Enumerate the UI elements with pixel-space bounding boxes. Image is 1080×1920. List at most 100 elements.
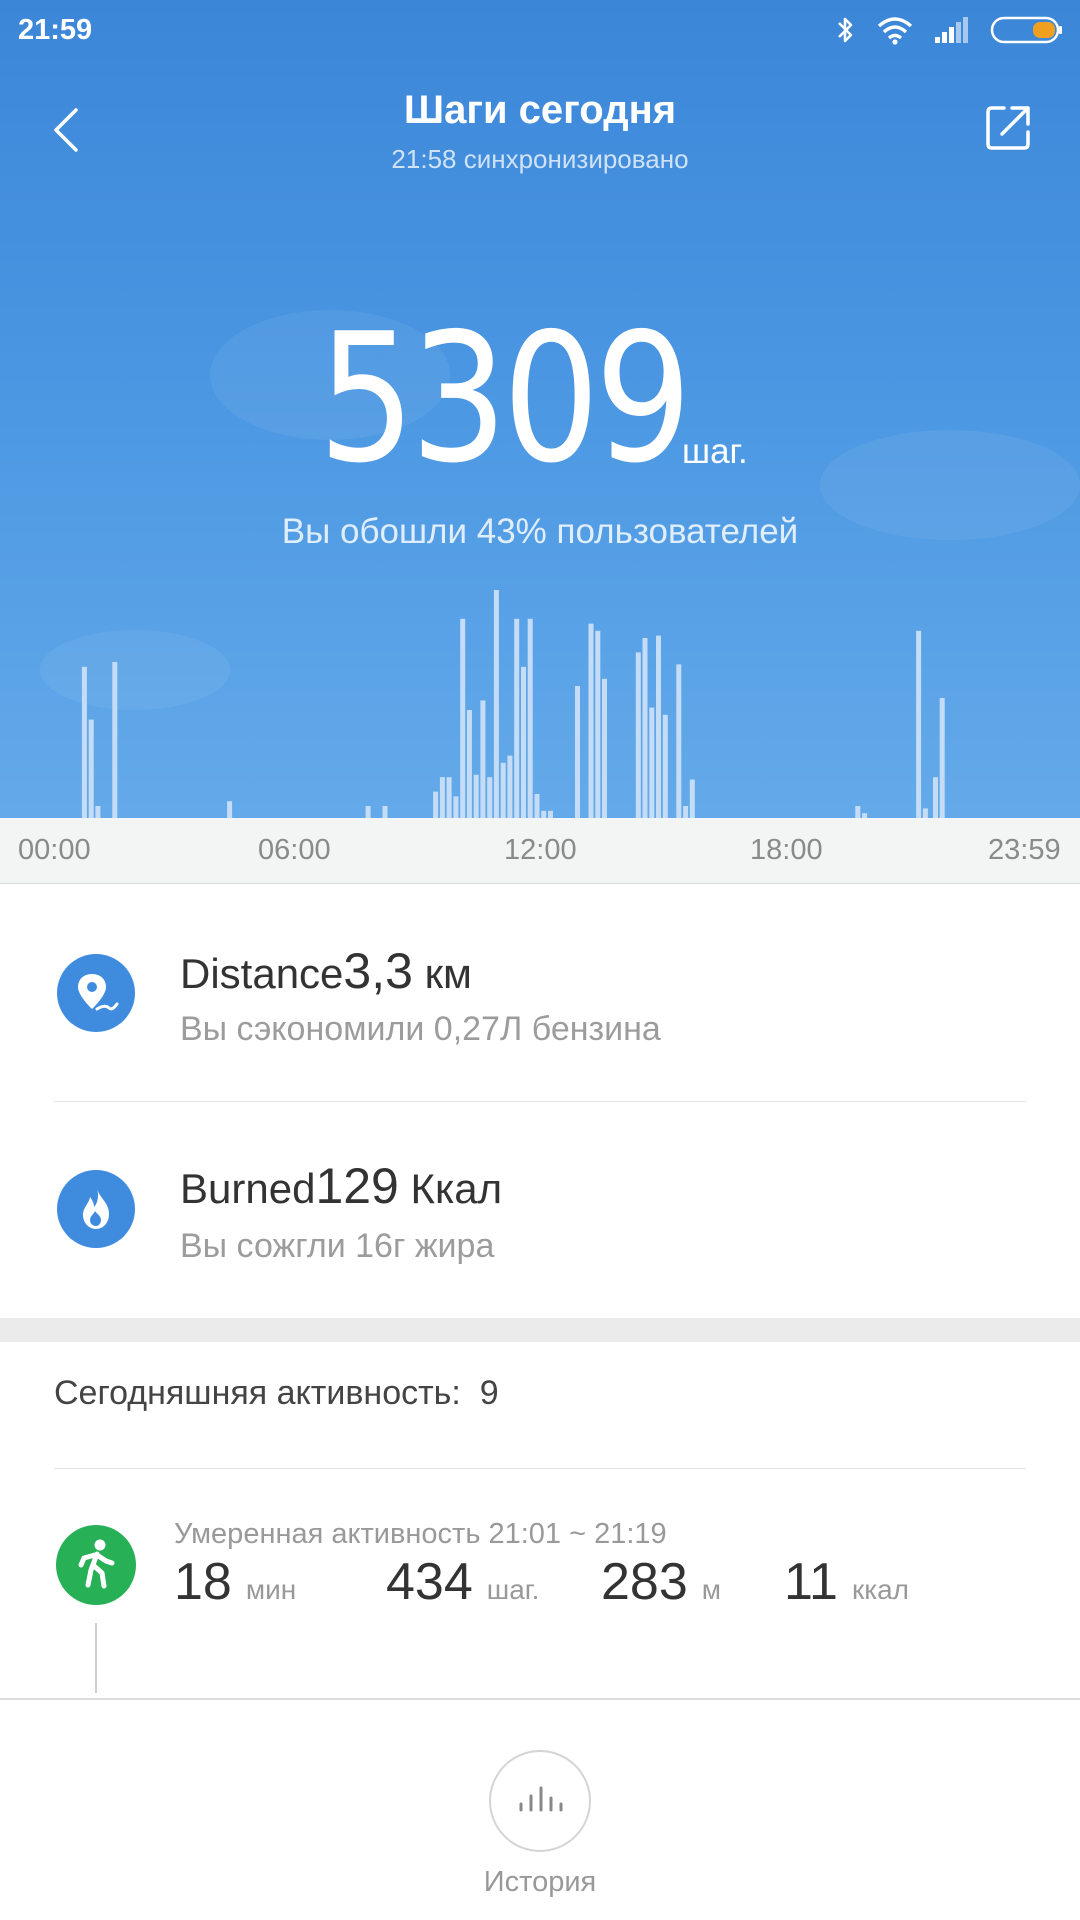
activity-steps-unit: шаг. (486, 1574, 540, 1605)
histogram-bar (227, 801, 233, 818)
duration-unit: мин (245, 1574, 297, 1605)
activity-steps: 434 шаг. (386, 1552, 539, 1612)
distance-stat[interactable]: Distance3,3 км Вы сэкономили 0,27Л бензи… (0, 884, 1080, 1084)
status-time: 21:59 (18, 14, 93, 46)
histogram-bar (493, 590, 499, 818)
steps-rank-text: Вы обошли 43% пользователей (281, 512, 799, 551)
histogram-bar (602, 678, 607, 818)
histogram-bar (466, 710, 472, 818)
histogram-bar (95, 806, 101, 818)
histogram-bar (683, 806, 689, 818)
axis-tick-label: 00:00 (18, 834, 91, 866)
bar-chart-icon (519, 1786, 563, 1812)
axis-tick-label: 12:00 (504, 834, 577, 866)
distance-value: 3,3 (343, 943, 413, 999)
steps-count: 5309 (318, 295, 692, 502)
activity-item[interactable]: Умеренная активность 21:01 ~ 21:19 18 ми… (0, 1468, 1080, 1698)
histogram-bar (676, 664, 682, 818)
steps-histogram (81, 590, 945, 818)
histogram-bar (656, 635, 661, 818)
share-button[interactable] (982, 102, 1034, 154)
activity-calories: 11 ккал (784, 1552, 909, 1612)
calories-unit: Ккал (410, 1165, 503, 1212)
status-bar: 21:59 (0, 0, 1080, 60)
histogram-bar (575, 686, 580, 818)
activity-calories-value: 11 (784, 1553, 838, 1611)
histogram-bar (595, 630, 601, 818)
histogram-bar (922, 808, 928, 818)
histogram-bar (933, 777, 938, 818)
histogram-bar (521, 666, 526, 818)
flame-icon (57, 1170, 135, 1248)
histogram-bar (527, 618, 533, 818)
histogram-bar (534, 794, 540, 818)
histogram-bar (382, 806, 388, 818)
activity-section-title: Сегодняшняя активность: 9 (54, 1374, 499, 1413)
histogram-bar (548, 810, 553, 818)
page-title: Шаги сегодня (403, 88, 677, 132)
histogram-bar (642, 638, 648, 818)
histogram-bar (649, 707, 655, 818)
location-pin-icon (57, 954, 135, 1032)
histogram-bar (460, 618, 466, 818)
distance-main: Distance3,3 км (180, 942, 472, 1000)
duration-value: 18 (174, 1553, 232, 1611)
histogram-bar (507, 755, 513, 818)
status-icons (834, 14, 1064, 46)
activity-title: Сегодняшняя активность: (54, 1374, 461, 1412)
section-separator (0, 1318, 1080, 1342)
distance-note: Вы сэкономили 0,27Л бензина (180, 1010, 661, 1048)
histogram-bar (916, 630, 922, 818)
axis-tick-label: 06:00 (258, 834, 331, 866)
time-axis: 00:00 06:00 12:00 18:00 23:59 (0, 818, 1080, 884)
timeline-connector (95, 1623, 97, 1693)
axis-tick-label: 18:00 (750, 834, 823, 866)
activity-count: 9 (479, 1374, 499, 1412)
histogram-bar (365, 806, 371, 818)
steps-unit: шаг. (682, 432, 748, 471)
calories-note: Вы сожгли 16г жира (180, 1227, 495, 1265)
histogram-bar (500, 762, 506, 818)
histogram-bar (541, 810, 547, 818)
axis-tick-label: 23:59 (988, 834, 1061, 866)
bluetooth-icon (838, 17, 853, 43)
histogram-bar (480, 700, 486, 818)
histogram-bar (689, 779, 695, 818)
histogram-bar (439, 777, 445, 818)
activity-distance: 283 м (601, 1552, 721, 1612)
wifi-icon (877, 17, 913, 45)
histogram-bar (473, 774, 479, 818)
activity-calories-unit: ккал (851, 1574, 910, 1605)
walking-person-icon (56, 1525, 136, 1605)
activity-duration: 18 мин (174, 1552, 296, 1612)
activity-distance-value: 283 (601, 1553, 688, 1611)
histogram-bar (453, 796, 459, 818)
signal-icon (935, 17, 968, 43)
distance-label: Distance (180, 950, 344, 997)
histogram-bar (487, 777, 493, 818)
histogram-bar (514, 618, 520, 818)
history-button[interactable] (489, 1750, 591, 1852)
bottom-bar: История (0, 1698, 1080, 1920)
histogram-bar (588, 623, 594, 818)
histogram-bar (81, 666, 87, 818)
histogram-bar (446, 777, 452, 818)
battery-icon (990, 16, 1062, 44)
histogram-bar (88, 719, 94, 818)
histogram-bar (635, 652, 641, 818)
share-icon (986, 106, 1030, 150)
sync-status: 21:58 синхронизировано (391, 144, 689, 174)
steps-hero: 21:59 Шаги сегодня 21:58 синхронизирован… (0, 0, 1080, 818)
distance-unit: км (424, 950, 472, 997)
calories-main: Burned129 Ккал (180, 1157, 502, 1215)
calories-value: 129 (315, 1158, 399, 1214)
histogram-bar (939, 698, 945, 818)
histogram-bar (855, 806, 861, 818)
calories-label: Burned (180, 1165, 316, 1212)
activity-label: Умеренная активность 21:01 ~ 21:19 (174, 1518, 667, 1550)
histogram-bar (433, 791, 439, 818)
histogram-bar (662, 714, 668, 818)
histogram-bar (112, 662, 118, 818)
activity-distance-unit: м (701, 1574, 722, 1605)
calories-stat[interactable]: Burned129 Ккал Вы сожгли 16г жира (0, 1101, 1080, 1301)
